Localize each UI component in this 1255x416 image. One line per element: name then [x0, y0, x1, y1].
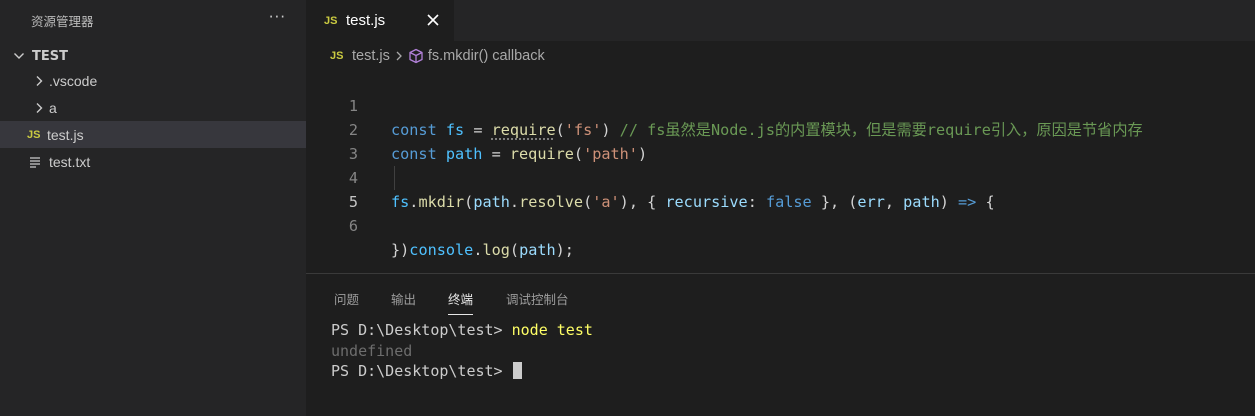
explorer-title: 资源管理器: [31, 13, 94, 29]
terminal-line: PS D:\Desktop\test> node test: [331, 320, 593, 341]
method-cube-icon: [408, 48, 424, 64]
line-number: 6: [348, 217, 358, 235]
tree-item-label: a: [49, 99, 57, 116]
tree-item-label: test.js: [47, 126, 84, 143]
indent-guide: [394, 166, 395, 190]
tab-terminal[interactable]: 终端: [448, 289, 474, 315]
chevron-right-icon: [395, 50, 403, 62]
code-text: console.log(path);: [391, 238, 574, 262]
editor-tab-bar: JS test.js: [306, 0, 1255, 41]
code-editor[interactable]: 1 const fs = require('fs') // fs虽然是Node.…: [306, 70, 1255, 270]
terminal-cursor: [512, 362, 522, 379]
tab-debug-console[interactable]: 调试控制台: [506, 289, 569, 315]
tree-item-label: test.txt: [49, 153, 91, 170]
explorer-sidebar: 资源管理器 ··· TEST .vscode a JS test.js test…: [0, 0, 306, 416]
chevron-right-icon: [32, 75, 46, 87]
javascript-file-icon: JS: [27, 128, 41, 141]
code-line: 2 const path = require('path'): [306, 94, 1255, 163]
text-file-icon: [29, 156, 49, 168]
javascript-file-icon: JS: [330, 50, 344, 62]
variable: console: [409, 241, 474, 259]
code-line: 1 const fs = require('fs') // fs虽然是Node.…: [306, 70, 1255, 139]
tree-item-label: .vscode: [49, 72, 98, 89]
terminal-output[interactable]: PS D:\Desktop\test> node test undefined PS…: [331, 320, 593, 382]
tab-label: test.js: [346, 12, 386, 29]
code-line: 4 fs.mkdir(path.resolve('a'), { recursiv…: [306, 142, 1255, 211]
workspace-folder[interactable]: TEST: [0, 45, 306, 67]
code-line: 6 }): [306, 190, 1255, 259]
close-icon[interactable]: [424, 11, 442, 29]
tree-item-test-txt[interactable]: test.txt: [0, 148, 306, 175]
tree-item-a[interactable]: a: [0, 94, 306, 121]
variable: path: [519, 241, 556, 259]
punctuation: (: [509, 241, 520, 259]
breadcrumb-file[interactable]: test.js: [352, 48, 390, 64]
terminal-command: node test: [511, 321, 593, 339]
javascript-file-icon: JS: [324, 14, 338, 27]
chevron-down-icon: [12, 50, 26, 62]
chevron-right-icon: [32, 102, 46, 114]
terminal-output-line: undefined: [331, 341, 413, 360]
code-line-active: 5 console.log(path);: [306, 166, 1255, 259]
tab-output[interactable]: 输出: [391, 289, 416, 315]
workspace-folder-name: TEST: [32, 48, 68, 64]
explorer-header: 资源管理器 ···: [0, 0, 306, 40]
panel-tab-bar: 问题 输出 终端 调试控制台: [306, 274, 1255, 318]
punctuation: );: [555, 241, 574, 259]
more-actions-icon[interactable]: ···: [269, 9, 286, 25]
tree-item-test-js[interactable]: JS test.js: [0, 121, 306, 148]
terminal-prompt: PS D:\Desktop\test>: [331, 362, 512, 380]
tab-test-js[interactable]: JS test.js: [306, 0, 454, 41]
terminal-prompt: PS D:\Desktop\test>: [331, 321, 512, 339]
tab-problems[interactable]: 问题: [334, 289, 359, 315]
function-call: log: [482, 241, 510, 259]
code-text: }): [391, 241, 410, 259]
code-line: 3: [306, 118, 1255, 163]
breadcrumb: JS test.js fs.mkdir() callback: [330, 44, 545, 68]
breadcrumb-symbol[interactable]: fs.mkdir() callback: [428, 48, 545, 64]
tree-item-vscode[interactable]: .vscode: [0, 67, 306, 94]
terminal-line: PS D:\Desktop\test>: [331, 361, 593, 382]
